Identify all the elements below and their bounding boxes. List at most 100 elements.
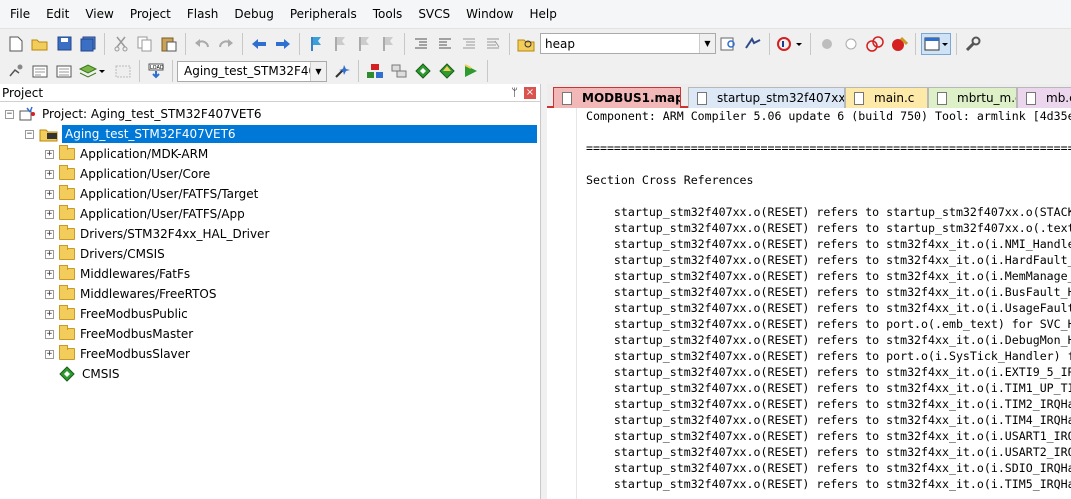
menu-help[interactable]: Help <box>521 0 564 28</box>
pin-icon[interactable]: ᛘ <box>511 86 518 99</box>
comment-icon[interactable] <box>458 33 480 55</box>
expand-icon[interactable]: + <box>45 289 54 299</box>
target-label: Aging_test_STM32F407VET6 <box>62 125 537 143</box>
chevron-down-icon[interactable]: ▼ <box>310 61 326 81</box>
expand-icon[interactable]: + <box>45 269 54 279</box>
expand-icon[interactable]: + <box>45 189 54 199</box>
menu-debug[interactable]: Debug <box>226 0 281 28</box>
editor-pane[interactable]: Component: ARM Compiler 5.06 update 6 (b… <box>547 108 1071 499</box>
tree-group[interactable]: + Application/User/FATFS/Target <box>45 184 258 204</box>
tree-group-label: Middlewares/FatFs <box>80 267 191 281</box>
tree-target[interactable]: − Aging_test_STM32F407VET6 <box>25 124 537 144</box>
find-in-files-icon[interactable] <box>515 33 537 55</box>
menu-view[interactable]: View <box>77 0 121 28</box>
incremental-find-icon[interactable] <box>742 33 764 55</box>
pack-installer-icon[interactable] <box>412 60 434 82</box>
expand-icon[interactable]: + <box>45 229 54 239</box>
run-icon[interactable] <box>460 60 482 82</box>
editor-text[interactable]: Component: ARM Compiler 5.06 update 6 (b… <box>586 108 1071 492</box>
menu-svcs[interactable]: SVCS <box>410 0 458 28</box>
save-all-icon[interactable] <box>77 33 99 55</box>
tree-group[interactable]: + Application/MDK-ARM <box>45 144 208 164</box>
collapse-icon[interactable]: − <box>25 129 34 139</box>
build-icon[interactable] <box>29 60 51 82</box>
new-file-icon[interactable] <box>5 33 27 55</box>
tab-mbrtu-m-c[interactable]: mbrtu_m.c <box>928 87 1017 108</box>
menu-tools[interactable]: Tools <box>365 0 411 28</box>
download-icon[interactable]: LOAD <box>145 60 167 82</box>
tree-group-label: Application/User/FATFS/App <box>80 207 245 221</box>
menu-project[interactable]: Project <box>122 0 179 28</box>
toolbar-build: LOAD Aging_test_STM32F407VI ▼ <box>0 56 1071 86</box>
tree-group[interactable]: + FreeModbusMaster <box>45 324 193 344</box>
breakpoint-disable-icon[interactable] <box>840 33 862 55</box>
tab-mb-c[interactable]: mb.c <box>1017 87 1071 108</box>
copy-icon[interactable] <box>134 33 156 55</box>
translate-icon[interactable] <box>5 60 27 82</box>
nav-forward-icon[interactable] <box>272 33 294 55</box>
debug-session-icon[interactable] <box>775 33 805 55</box>
chevron-down-icon[interactable]: ▼ <box>699 34 715 53</box>
target-combo-value: Aging_test_STM32F407VI <box>184 64 327 78</box>
expand-icon[interactable]: + <box>45 169 54 179</box>
cut-icon[interactable] <box>110 33 132 55</box>
open-folder-icon[interactable] <box>29 33 51 55</box>
undo-icon[interactable] <box>191 33 213 55</box>
expand-icon[interactable]: + <box>45 149 54 159</box>
tree-group[interactable]: + Application/User/FATFS/App <box>45 204 245 224</box>
tree-group[interactable]: + Middlewares/FatFs <box>45 264 190 284</box>
redo-icon[interactable] <box>215 33 237 55</box>
indent-icon[interactable] <box>410 33 432 55</box>
tree-group[interactable]: + Drivers/CMSIS <box>45 244 165 264</box>
menu-file[interactable]: File <box>2 0 38 28</box>
uncomment-icon[interactable] <box>482 33 504 55</box>
tab-main-c[interactable]: main.c <box>845 87 928 108</box>
stop-build-icon[interactable] <box>112 60 134 82</box>
tab-startup-stm32f407xx-s[interactable]: startup_stm32f407xx.s <box>688 87 845 108</box>
breakpoint-icon[interactable] <box>816 33 838 55</box>
tree-group[interactable]: + Drivers/STM32F4xx_HAL_Driver <box>45 224 269 244</box>
menu-peripherals[interactable]: Peripherals <box>282 0 365 28</box>
window-layout-icon[interactable] <box>921 32 951 55</box>
tree-cmsis[interactable]: CMSIS <box>59 364 120 384</box>
close-icon[interactable]: × <box>524 87 536 99</box>
save-icon[interactable] <box>53 33 75 55</box>
breakpoint-disable-all-icon[interactable] <box>864 33 886 55</box>
expand-icon[interactable]: + <box>45 209 54 219</box>
bookmark-icon[interactable] <box>305 33 327 55</box>
configure-icon[interactable] <box>962 33 984 55</box>
paste-icon[interactable] <box>158 33 180 55</box>
menu-flash[interactable]: Flash <box>179 0 226 28</box>
tree-group[interactable]: + FreeModbusSlaver <box>45 344 190 364</box>
tree-group[interactable]: + FreeModbusPublic <box>45 304 188 324</box>
collapse-icon[interactable]: − <box>5 109 14 119</box>
select-packs-icon[interactable] <box>436 60 458 82</box>
breakpoint-kill-all-icon[interactable] <box>888 33 910 55</box>
manage-components-icon[interactable] <box>364 60 386 82</box>
file-extensions-icon[interactable] <box>388 60 410 82</box>
expand-icon[interactable]: + <box>45 249 54 259</box>
expand-icon[interactable]: + <box>45 349 54 359</box>
rebuild-icon[interactable] <box>53 60 75 82</box>
bookmark-next-icon[interactable] <box>353 33 375 55</box>
expand-icon[interactable]: + <box>45 329 54 339</box>
tree-group[interactable]: + Middlewares/FreeRTOS <box>45 284 216 304</box>
menu-edit[interactable]: Edit <box>38 0 77 28</box>
code-line: startup_stm32f407xx.o(RESET) refers to s… <box>586 413 1071 427</box>
bookmark-prev-icon[interactable] <box>329 33 351 55</box>
batch-build-icon[interactable] <box>77 60 107 82</box>
tree-group[interactable]: + Application/User/Core <box>45 164 210 184</box>
nav-back-icon[interactable] <box>248 33 270 55</box>
tree-root[interactable]: − Project: Aging_test_STM32F407VET6 <box>5 104 261 124</box>
find-combo[interactable]: heap ▼ <box>540 33 716 54</box>
find-icon[interactable] <box>718 33 740 55</box>
tab-modbus1-map[interactable]: MODBUS1.map <box>553 87 681 108</box>
target-options-icon[interactable] <box>331 60 353 82</box>
menu-window[interactable]: Window <box>458 0 521 28</box>
unindent-icon[interactable] <box>434 33 456 55</box>
target-combo[interactable]: Aging_test_STM32F407VI ▼ <box>177 60 327 82</box>
folder-icon <box>59 265 75 280</box>
bookmark-clear-icon[interactable] <box>377 33 399 55</box>
expand-icon[interactable]: + <box>45 309 54 319</box>
